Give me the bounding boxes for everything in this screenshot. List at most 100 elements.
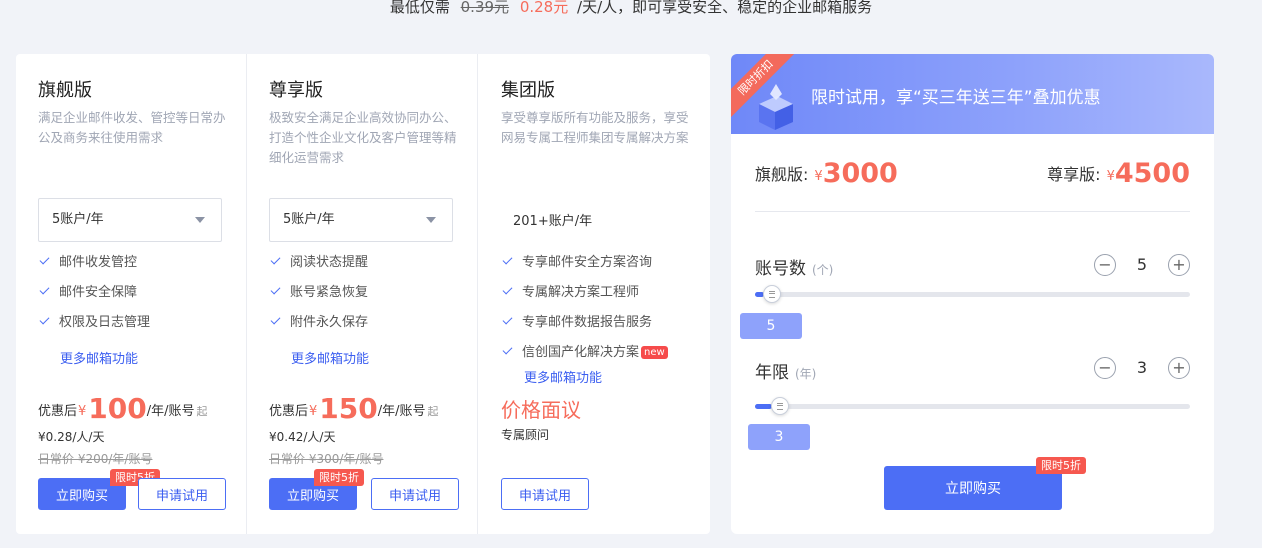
check-icon [502, 314, 513, 325]
ribbon-label: 限时折扣 [731, 54, 797, 119]
feature-list: 邮件收发管控 邮件安全保障 权限及日志管理 [38, 254, 150, 344]
years-slider[interactable] [755, 397, 1190, 415]
flagship-price: 3000 [822, 158, 898, 189]
promo-banner: 限时折扣 限时试用，享“买三年送三年”叠加优惠 [731, 54, 1214, 134]
feature-item: 账号紧急恢复 [269, 284, 368, 314]
accounts-unit: (个) [812, 263, 834, 277]
trial-button[interactable]: 申请试用 [371, 478, 459, 510]
trial-button[interactable]: 申请试用 [138, 478, 226, 510]
per-day-price: ¥0.28/人/天 [38, 430, 105, 444]
years-label: 年限 (年) [755, 358, 816, 383]
minus-icon[interactable]: − [1094, 357, 1116, 379]
plan-title: 集团版 [501, 80, 555, 101]
accounts-slider[interactable] [755, 285, 1190, 303]
price-value: 100 [88, 392, 147, 425]
headline-prefix: 最低仅需 [389, 0, 450, 16]
years-value[interactable]: 3 [1124, 357, 1160, 379]
caret-down-icon [426, 217, 436, 223]
slider-handle[interactable] [762, 285, 781, 303]
feature-item: 专享邮件安全方案咨询 [501, 254, 668, 284]
bundle-price-row: 旗舰版: ¥3000 尊享版: ¥4500 [755, 158, 1190, 194]
feature-label: 阅读状态提醒 [290, 255, 369, 270]
headline-old-price: 0.39元 [460, 0, 510, 16]
flagship-label: 旗舰版: [755, 165, 809, 184]
feature-list: 阅读状态提醒 账号紧急恢复 附件永久保存 [269, 254, 368, 344]
feature-label: 邮件安全保障 [59, 285, 138, 300]
consultant-label: 专属顾问 [501, 428, 550, 442]
plan-description: 极致安全满足企业高效协同办公、打造个性企业文化及客户管理等精细化运营需求 [269, 110, 457, 165]
years-unit: (年) [795, 367, 817, 381]
years-stepper: − 3 + [1094, 357, 1190, 381]
plus-icon[interactable]: + [1168, 357, 1190, 379]
feature-label: 邮件收发管控 [59, 255, 138, 270]
currency-symbol: ¥ [309, 404, 318, 419]
currency-symbol: ¥ [78, 404, 87, 419]
promo-panel: 限时折扣 限时试用，享“买三年送三年”叠加优惠 旗舰版: ¥3000 尊享版: ¥4… [731, 54, 1214, 534]
flagship-bundle-price: 旗舰版: ¥3000 [755, 158, 898, 189]
account-select-value: 5账户/年 [283, 212, 335, 227]
price-unit: /年/账号 [377, 404, 426, 419]
price-value: 150 [319, 392, 378, 425]
premium-label: 尊享版: [1047, 165, 1101, 184]
check-icon [39, 314, 50, 325]
feature-item: 阅读状态提醒 [269, 254, 368, 284]
premium-price: 4500 [1114, 158, 1190, 189]
headline-new-price: 0.28元 [519, 0, 569, 16]
slider-handle[interactable] [771, 397, 790, 415]
accounts-label-text: 账号数 [755, 259, 806, 279]
limited-discount-badge: 限时5折 [314, 469, 364, 486]
plan-title: 尊享版 [269, 80, 323, 101]
ribbon: 限时折扣 [731, 54, 801, 124]
more-features-link[interactable]: 更多邮箱功能 [60, 348, 138, 367]
check-icon [270, 284, 281, 295]
banner-text: 限时试用，享“买三年送三年”叠加优惠 [811, 88, 1101, 108]
plans-panel: 旗舰版 满足企业邮件收发、管控等日常办公及商务来往使用需求 5账户/年 邮件收发… [16, 54, 710, 534]
feature-label: 附件永久保存 [290, 315, 369, 330]
feature-item: 邮件收发管控 [38, 254, 150, 284]
years-label-text: 年限 [755, 363, 789, 383]
per-day-price: ¥0.42/人/天 [269, 430, 336, 444]
feature-label: 专享邮件安全方案咨询 [522, 255, 653, 270]
account-tier-label: 201+账户/年 [513, 214, 593, 229]
headline-suffix: /天/人，即可享受安全、稳定的企业邮箱服务 [577, 0, 873, 16]
limited-discount-badge: 限时5折 [1036, 457, 1086, 474]
feature-item: 附件永久保存 [269, 314, 368, 344]
divider [755, 211, 1190, 212]
feature-list: 专享邮件安全方案咨询 专属解决方案工程师 专享邮件数据报告服务 信创国产化解决方… [501, 254, 668, 374]
account-select[interactable]: 5账户/年 [38, 198, 222, 242]
more-features-link[interactable]: 更多邮箱功能 [291, 348, 369, 367]
caret-down-icon [195, 217, 205, 223]
feature-label: 专享邮件数据报告服务 [522, 315, 653, 330]
currency-symbol: ¥ [814, 169, 823, 184]
plus-icon[interactable]: + [1168, 254, 1190, 276]
accounts-value[interactable]: 5 [1124, 254, 1160, 276]
premium-bundle-price: 尊享版: ¥4500 [1047, 158, 1190, 189]
new-badge: new [641, 346, 668, 359]
accounts-tooltip: 5 [740, 313, 802, 339]
price-line: 优惠后¥100/年/账号起 [38, 392, 208, 425]
plan-group: 集团版 享受尊享版所有功能及服务，享受网易专属工程师集团专属解决方案 201+账… [478, 54, 710, 534]
feature-label: 信创国产化解决方案 [522, 345, 640, 360]
feature-item: 专享邮件数据报告服务 [501, 314, 668, 344]
original-price: 日常价 ¥200/年/账号 [38, 452, 153, 466]
account-select-value: 5账户/年 [52, 212, 104, 227]
minus-icon[interactable]: − [1094, 254, 1116, 276]
price-unit: /年/账号 [146, 404, 195, 419]
original-price: 日常价 ¥300/年/账号 [269, 452, 384, 466]
check-icon [39, 284, 50, 295]
trial-button[interactable]: 申请试用 [501, 478, 589, 510]
years-tooltip: 3 [748, 424, 810, 450]
check-icon [270, 314, 281, 325]
feature-item: 权限及日志管理 [38, 314, 150, 344]
price-negotiable: 价格面议 [501, 398, 581, 422]
promo-headline: 最低仅需 0.39元 0.28元 /天/人，即可享受安全、稳定的企业邮箱服务 [0, 0, 1262, 17]
price-line: 优惠后¥150/年/账号起 [269, 392, 439, 425]
account-select[interactable]: 5账户/年 [269, 198, 453, 242]
feature-label: 专属解决方案工程师 [522, 285, 640, 300]
plan-description: 满足企业邮件收发、管控等日常办公及商务来往使用需求 [38, 110, 226, 145]
price-from: 起 [427, 405, 439, 418]
more-features-link[interactable]: 更多邮箱功能 [524, 367, 602, 386]
slider-fill [755, 404, 773, 409]
feature-item: 邮件安全保障 [38, 284, 150, 314]
check-icon [270, 254, 281, 265]
